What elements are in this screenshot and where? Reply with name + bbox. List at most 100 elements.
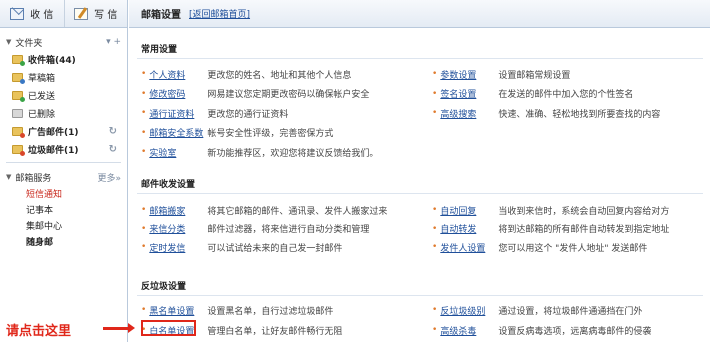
refresh-icon[interactable]: ↻ bbox=[109, 144, 117, 155]
folder-label: 已发送 bbox=[28, 91, 56, 102]
folder-label: 广告邮件(1) bbox=[28, 127, 79, 138]
bullet-icon: • bbox=[141, 69, 147, 79]
setting-link[interactable]: 邮箱安全系数 bbox=[149, 126, 207, 139]
bullet-icon: • bbox=[141, 88, 147, 99]
setting-row: • 自动回复 当收到来信时，系统会自动回复内容给对方 bbox=[432, 203, 669, 217]
setting-link[interactable]: 邮箱搬家 bbox=[149, 204, 207, 217]
service-item[interactable]: 随身邮 bbox=[0, 233, 127, 249]
bullet-icon: • bbox=[432, 242, 438, 252]
bullet-icon: • bbox=[432, 69, 438, 79]
bullet-icon: • bbox=[141, 147, 147, 157]
setting-description: 可以试试给未来的自己发一封邮件 bbox=[207, 243, 343, 254]
setting-description: 设置反病毒选项，远离病毒邮件的侵袭 bbox=[498, 326, 652, 337]
folder-icon bbox=[12, 90, 25, 102]
setting-row: • 定时发信 可以试试给未来的自己发一封邮件 bbox=[141, 240, 342, 254]
folders-header[interactable]: ▼ 文件夹 ▾ + bbox=[0, 34, 127, 50]
setting-link[interactable]: 反垃圾级别 bbox=[440, 304, 498, 317]
setting-description: 设置黑名单，自行过滤垃圾邮件 bbox=[207, 306, 334, 317]
setting-link[interactable]: 黑名单设置 bbox=[149, 304, 207, 317]
service-item[interactable]: 短信通知 bbox=[0, 185, 127, 201]
setting-link[interactable]: 实验室 bbox=[149, 146, 207, 159]
setting-link[interactable]: 来信分类 bbox=[149, 222, 207, 235]
folder-item[interactable]: 草稿箱 bbox=[0, 68, 127, 86]
setting-description: 您可以用这个 "发件人地址" 发送邮件 bbox=[498, 243, 648, 254]
compose-mail-button[interactable]: 写 信 bbox=[63, 0, 128, 27]
setting-link[interactable]: 自动转发 bbox=[440, 222, 498, 235]
inbox-icon bbox=[10, 7, 25, 20]
setting-description: 将其它邮箱的邮件、通讯录、发件人搬家过来 bbox=[207, 206, 388, 217]
settings-header: 邮箱设置 [返回邮箱首页] bbox=[129, 0, 710, 28]
callout-text: 请点击这里 bbox=[6, 324, 72, 339]
folder-icon bbox=[12, 108, 23, 118]
bullet-icon: • bbox=[432, 223, 438, 234]
setting-link[interactable]: 发件人设置 bbox=[440, 241, 498, 254]
refresh-icon[interactable]: ↻ bbox=[109, 126, 117, 137]
services-header[interactable]: ▼ 邮箱服务 更多» bbox=[0, 169, 127, 185]
sidebar: 收 信 写 信 ▼ 文件夹 ▾ + 收件箱(44) 草稿箱已发送已删除广告邮件(1… bbox=[0, 0, 128, 342]
setting-description: 邮件过滤器，将来信进行自动分类和管理 bbox=[207, 225, 370, 235]
folder-item[interactable]: 已发送 bbox=[0, 86, 127, 104]
setting-row: • 高级杀毒 设置反病毒选项，远离病毒邮件的侵袭 bbox=[432, 323, 651, 337]
bullet-icon: • bbox=[141, 305, 147, 315]
setting-link[interactable]: 参数设置 bbox=[440, 68, 498, 81]
setting-description: 网易建议您定期更改密码以确保帐户安全 bbox=[207, 90, 370, 100]
folder-list: 收件箱(44) 草稿箱已发送已删除广告邮件(1) ↻ 垃圾邮件(1) ↻ bbox=[0, 50, 127, 158]
bullet-icon: • bbox=[141, 127, 147, 138]
setting-row: • 黑名单设置 设置黑名单，自行过滤垃圾邮件 bbox=[141, 303, 333, 317]
setting-link[interactable]: 签名设置 bbox=[440, 87, 498, 100]
compose-icon bbox=[74, 7, 89, 20]
service-item[interactable]: 集邮中心 bbox=[0, 217, 127, 233]
setting-row: • 实验室 新功能推荐区，欢迎您将建议反馈给我们。 bbox=[141, 145, 378, 159]
back-to-mailbox-link[interactable]: [返回邮箱首页] bbox=[189, 7, 250, 20]
setting-row: • 反垃圾级别 通过设置，将垃圾邮件通通挡在门外 bbox=[432, 303, 642, 317]
setting-row: • 发件人设置 您可以用这个 "发件人地址" 发送邮件 bbox=[432, 240, 647, 254]
folder-label: 已删除 bbox=[28, 109, 56, 120]
setting-description: 将到达邮箱的所有邮件自动转发到指定地址 bbox=[498, 225, 670, 235]
folder-item[interactable]: 广告邮件(1) ↻ bbox=[0, 122, 127, 140]
setting-row: • 签名设置 在发送的邮件中加入您的个性签名 bbox=[432, 87, 633, 101]
setting-link[interactable]: 高级杀毒 bbox=[440, 324, 498, 337]
mail-actions: 收 信 写 信 bbox=[0, 0, 127, 28]
receive-mail-button[interactable]: 收 信 bbox=[0, 0, 64, 27]
bullet-icon: • bbox=[141, 242, 147, 252]
setting-link[interactable]: 通行证资料 bbox=[149, 107, 207, 120]
setting-link[interactable]: 个人资料 bbox=[149, 68, 207, 81]
callout-arrow-icon bbox=[103, 323, 135, 333]
folder-label: 收件箱(44) bbox=[28, 55, 76, 66]
setting-row: • 修改密码 网易建议您定期更改密码以确保帐户安全 bbox=[141, 87, 369, 101]
setting-description: 快速、准确、轻松地找到所要查找的内容 bbox=[498, 109, 661, 120]
settings-panel: 邮箱设置 [返回邮箱首页] 常用设置 • 个人资料 更改您的姓名、地址和其他个人信息 •… bbox=[129, 0, 710, 342]
setting-row: • 来信分类 邮件过滤器，将来信进行自动分类和管理 bbox=[141, 222, 369, 236]
divider bbox=[6, 162, 121, 163]
folder-item[interactable]: 收件箱(44) bbox=[0, 50, 127, 68]
setting-description: 帐号安全性评级，完善密保方式 bbox=[207, 129, 334, 139]
bullet-icon: • bbox=[432, 305, 438, 315]
section-divider bbox=[137, 193, 703, 194]
services-more-link[interactable]: 更多» bbox=[97, 171, 121, 184]
section-title: 常用设置 bbox=[141, 45, 178, 55]
setting-row: • 参数设置 设置邮箱常规设置 bbox=[432, 67, 570, 81]
setting-description: 新功能推荐区，欢迎您将建议反馈给我们。 bbox=[207, 148, 379, 159]
folder-options-icon[interactable]: ▾ + bbox=[106, 37, 121, 47]
page-title: 邮箱设置 bbox=[141, 10, 181, 21]
setting-link[interactable]: 定时发信 bbox=[149, 241, 207, 254]
setting-row: • 通行证资料 更改您的通行证资料 bbox=[141, 106, 288, 120]
folder-icon bbox=[12, 126, 25, 138]
services-header-label: 邮箱服务 bbox=[15, 173, 52, 184]
collapse-icon: ▼ bbox=[6, 38, 12, 46]
folder-label: 垃圾邮件(1) bbox=[28, 145, 79, 156]
setting-link[interactable]: 自动回复 bbox=[440, 204, 498, 217]
receive-mail-label: 收 信 bbox=[30, 10, 54, 21]
service-item[interactable]: 记事本 bbox=[0, 201, 127, 217]
setting-link[interactable]: 高级搜索 bbox=[440, 107, 498, 120]
folder-icon bbox=[12, 144, 25, 156]
setting-description: 管理白名单，让好友邮件畅行无阻 bbox=[207, 326, 343, 337]
folder-item[interactable]: 垃圾邮件(1) ↻ bbox=[0, 140, 127, 158]
folder-item[interactable]: 已删除 bbox=[0, 104, 127, 122]
collapse-icon: ▼ bbox=[6, 173, 12, 181]
bullet-icon: • bbox=[432, 325, 438, 335]
setting-link[interactable]: 修改密码 bbox=[149, 87, 207, 100]
setting-row: • 高级搜索 快速、准确、轻松地找到所要查找的内容 bbox=[432, 106, 660, 120]
bullet-icon: • bbox=[141, 108, 147, 118]
bullet-icon: • bbox=[432, 205, 438, 215]
